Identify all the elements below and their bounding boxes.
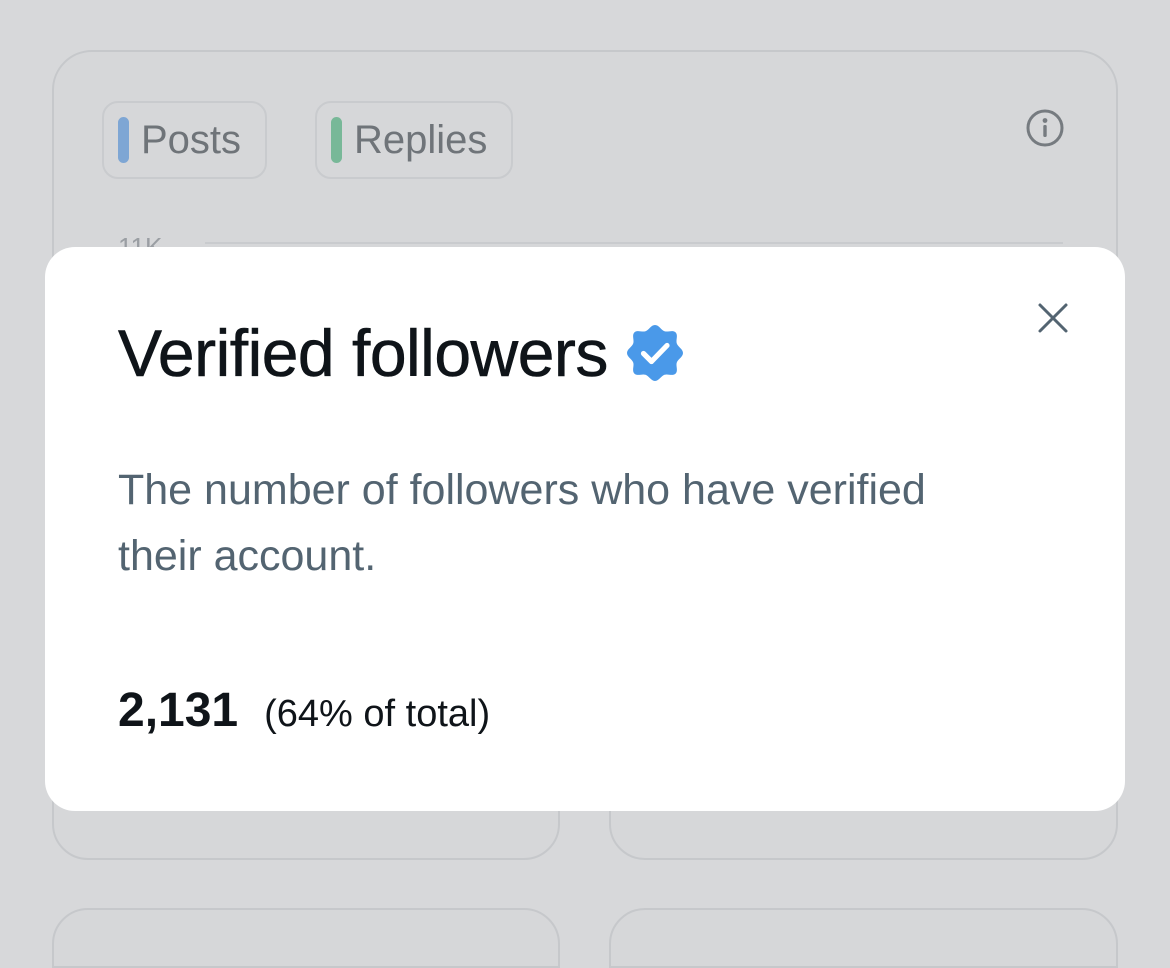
legend-swatch-posts: [118, 117, 129, 163]
metric-share: (64% of total): [264, 693, 491, 735]
legend-chip-posts[interactable]: Posts: [102, 101, 267, 179]
legend-label-posts: Posts: [141, 118, 242, 162]
close-icon: [1038, 303, 1068, 333]
modal-title: Verified followers: [118, 316, 609, 390]
metric-value: 2,131: [118, 684, 239, 737]
metric-card-bottom-left: [52, 908, 560, 968]
legend-label-replies: Replies: [354, 118, 488, 162]
chart-gridline: [205, 242, 1063, 244]
modal-description: The number of followers who have verifie…: [118, 466, 926, 580]
metric-card-bottom-right: [609, 908, 1118, 968]
close-button[interactable]: [1033, 298, 1073, 338]
modal-title-row: Verified followers: [118, 320, 686, 386]
verified-followers-metric: 2,131 (64% of total): [118, 683, 490, 738]
info-icon[interactable]: [1025, 108, 1065, 148]
verified-badge-icon: [624, 322, 686, 384]
legend-chip-replies[interactable]: Replies: [315, 101, 513, 179]
legend-swatch-replies: [331, 117, 342, 163]
